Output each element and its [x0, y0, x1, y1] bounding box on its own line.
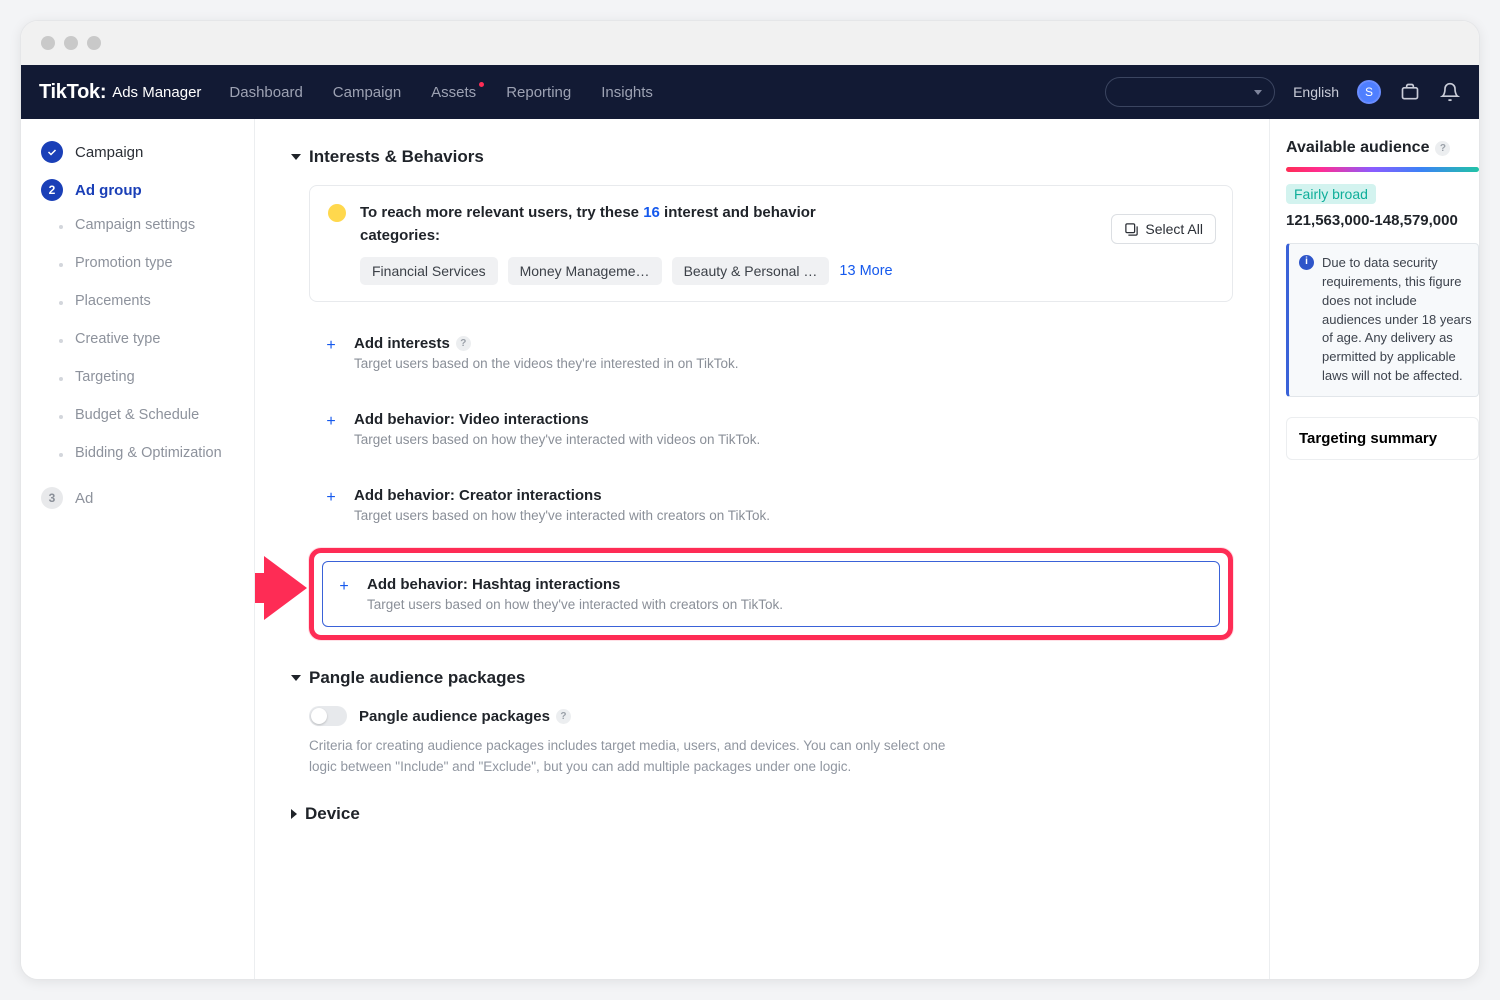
nav-insights[interactable]: Insights: [601, 84, 653, 101]
chip-financial-services[interactable]: Financial Services: [360, 257, 498, 285]
info-icon[interactable]: ?: [556, 709, 571, 724]
select-all-button[interactable]: Select All: [1111, 214, 1216, 244]
select-all-icon: [1124, 222, 1139, 237]
window-chrome: [21, 21, 1479, 65]
section-device[interactable]: Device: [291, 804, 1233, 824]
info-icon[interactable]: ?: [1435, 141, 1450, 156]
add-behavior-hashtag-row[interactable]: + Add behavior: Hashtag interactions Tar…: [322, 561, 1220, 627]
section-interests-behaviors[interactable]: Interests & Behaviors: [291, 147, 1233, 167]
notification-dot-icon: [479, 82, 484, 87]
row-desc: Target users based on how they've intera…: [354, 508, 770, 523]
app-window: TikTok: Ads Manager Dashboard Campaign A…: [20, 20, 1480, 980]
sidebar-item-creative-type[interactable]: Creative type: [31, 323, 244, 355]
sidebar-step-campaign[interactable]: Campaign: [31, 133, 244, 171]
sidebar: Campaign 2 Ad group Campaign settings Pr…: [21, 119, 255, 979]
step-number-icon: 2: [41, 179, 63, 201]
add-interests-row[interactable]: + Add interests ? Target users based on …: [309, 320, 1233, 386]
topbar-right: English S: [1105, 77, 1461, 107]
brand-logo: TikTok:: [39, 81, 106, 104]
row-desc: Target users based on the videos they're…: [354, 356, 739, 371]
section-pangle[interactable]: Pangle audience packages: [291, 668, 1233, 688]
add-behavior-creator-row[interactable]: + Add behavior: Creator interactions Tar…: [309, 472, 1233, 538]
sidebar-item-placements[interactable]: Placements: [31, 285, 244, 317]
row-title: Add behavior: Creator interactions: [354, 487, 770, 504]
bell-icon[interactable]: [1439, 81, 1461, 103]
section-title: Pangle audience packages: [309, 668, 525, 688]
nav-dashboard[interactable]: Dashboard: [229, 84, 302, 101]
language-switch[interactable]: English: [1293, 84, 1339, 100]
audience-breadth-badge: Fairly broad: [1286, 184, 1376, 204]
caret-down-icon: [291, 154, 301, 160]
nav-reporting[interactable]: Reporting: [506, 84, 571, 101]
sidebar-item-targeting[interactable]: Targeting: [31, 361, 244, 393]
plus-icon: +: [335, 578, 353, 596]
top-nav: TikTok: Ads Manager Dashboard Campaign A…: [21, 65, 1479, 119]
nav-menu: Dashboard Campaign Assets Reporting Insi…: [229, 84, 653, 101]
add-behavior-video-row[interactable]: + Add behavior: Video interactions Targe…: [309, 396, 1233, 462]
security-notice: i Due to data security requirements, thi…: [1286, 243, 1479, 397]
pangle-desc: Criteria for creating audience packages …: [309, 736, 949, 778]
notice-text: Due to data security requirements, this …: [1322, 254, 1472, 386]
row-desc: Target users based on how they've intera…: [367, 597, 783, 612]
traffic-light-close[interactable]: [41, 36, 55, 50]
step-number-icon: 3: [41, 487, 63, 509]
chip-beauty-personal[interactable]: Beauty & Personal …: [672, 257, 830, 285]
sidebar-step-label: Ad: [75, 490, 93, 507]
pangle-toggle-row: Pangle audience packages ?: [309, 706, 1233, 726]
annotation-arrow-icon: [255, 548, 309, 628]
caret-right-icon: [291, 809, 297, 819]
traffic-light-min[interactable]: [64, 36, 78, 50]
caret-down-icon: [291, 675, 301, 681]
row-title: Add behavior: Hashtag interactions: [367, 576, 783, 593]
info-icon[interactable]: ?: [456, 336, 471, 351]
sidebar-item-promotion-type[interactable]: Promotion type: [31, 247, 244, 279]
chip-money-management[interactable]: Money Manageme…: [508, 257, 662, 285]
sidebar-step-label: Campaign: [75, 144, 143, 161]
sidebar-step-label: Ad group: [75, 182, 142, 199]
sidebar-item-budget-schedule[interactable]: Budget & Schedule: [31, 399, 244, 431]
nav-assets[interactable]: Assets: [431, 84, 476, 101]
row-title: Add interests ?: [354, 335, 739, 352]
row-desc: Target users based on how they've intera…: [354, 432, 760, 447]
recommendation-text: To reach more relevant users, try these …: [360, 202, 820, 247]
main-panel: Interests & Behaviors To reach more rele…: [255, 119, 1269, 979]
chevron-down-icon: [1254, 90, 1262, 95]
right-panel: Available audience ? Fairly broad 121,56…: [1269, 119, 1479, 979]
audience-range: 121,563,000-148,579,000: [1286, 212, 1479, 229]
section-title: Interests & Behaviors: [309, 147, 484, 167]
pangle-toggle-label: Pangle audience packages ?: [359, 708, 571, 725]
nav-campaign[interactable]: Campaign: [333, 84, 401, 101]
highlight-box: + Add behavior: Hashtag interactions Tar…: [309, 548, 1233, 640]
sidebar-item-campaign-settings[interactable]: Campaign settings: [31, 209, 244, 241]
targeting-summary-card[interactable]: Targeting summary: [1286, 417, 1479, 460]
avatar[interactable]: S: [1357, 80, 1381, 104]
recommendations-card: To reach more relevant users, try these …: [309, 185, 1233, 302]
account-dropdown[interactable]: [1105, 77, 1275, 107]
section-title: Device: [305, 804, 360, 824]
lightbulb-icon: [328, 204, 346, 222]
audience-gradient-bar: [1286, 167, 1479, 172]
check-icon: [41, 141, 63, 163]
info-solid-icon: i: [1299, 255, 1314, 270]
body: Campaign 2 Ad group Campaign settings Pr…: [21, 119, 1479, 979]
traffic-light-max[interactable]: [87, 36, 101, 50]
plus-icon: +: [322, 489, 340, 507]
sidebar-step-ad[interactable]: 3 Ad: [31, 479, 244, 517]
pangle-toggle[interactable]: [309, 706, 347, 726]
more-link[interactable]: 13 More: [839, 263, 892, 279]
row-title: Add behavior: Video interactions: [354, 411, 760, 428]
available-audience-title: Available audience ?: [1286, 139, 1479, 157]
highlighted-region: + Add behavior: Hashtag interactions Tar…: [309, 548, 1233, 640]
sidebar-item-bidding-optimization[interactable]: Bidding & Optimization: [31, 437, 244, 469]
briefcase-icon[interactable]: [1399, 81, 1421, 103]
plus-icon: +: [322, 413, 340, 431]
sidebar-step-adgroup[interactable]: 2 Ad group: [31, 171, 244, 209]
recommendation-chips: Financial Services Money Manageme… Beaut…: [360, 257, 1214, 285]
brand-product: Ads Manager: [112, 84, 201, 101]
plus-icon: +: [322, 337, 340, 355]
